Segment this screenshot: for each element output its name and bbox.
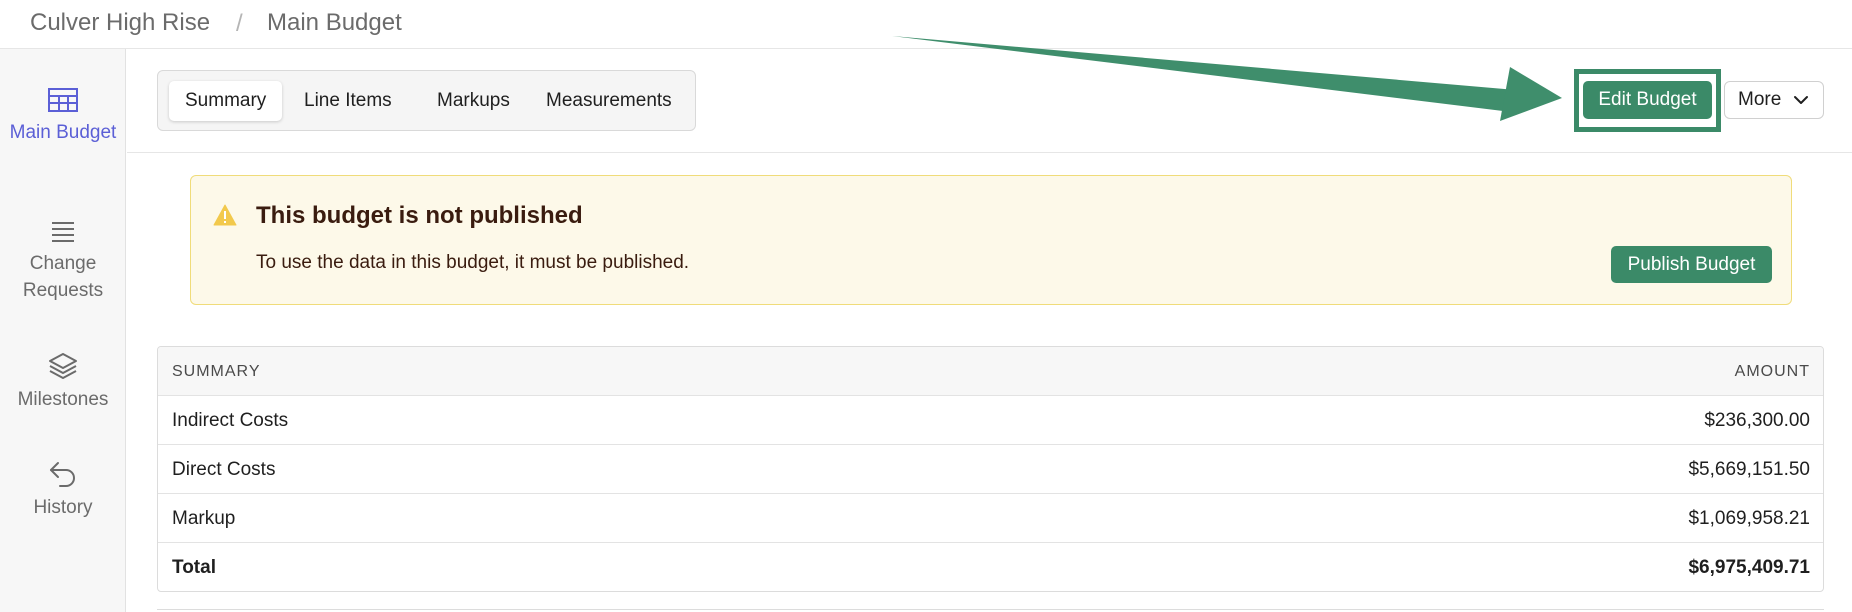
header-divider [127, 152, 1852, 153]
sidebar-item-change-requests[interactable]: Change Requests [0, 220, 126, 304]
sidebar-item-main-budget[interactable]: Main Budget [0, 87, 126, 146]
sidebar-item-milestones[interactable]: Milestones [0, 352, 126, 413]
sidebar: Main Budget Change Requests Milestones H… [0, 49, 126, 612]
tab-line-items[interactable]: Line Items [288, 81, 408, 121]
table-total-row: Total $6,975,409.71 [158, 543, 1823, 591]
row-label: Markup [172, 508, 236, 529]
table-header-row: SUMMARY AMOUNT [158, 347, 1823, 396]
total-amount: $6,975,409.71 [1688, 557, 1810, 578]
column-header-summary: SUMMARY [172, 363, 261, 380]
layers-icon [49, 353, 77, 379]
more-label: More [1738, 89, 1782, 110]
summary-table: SUMMARY AMOUNT Indirect Costs $236,300.0… [157, 346, 1824, 592]
sidebar-item-label: History [33, 497, 93, 518]
banner-text: To use the data in this budget, it must … [256, 252, 690, 273]
chevron-down-icon [1794, 96, 1808, 104]
total-label: Total [172, 557, 216, 578]
top-bar: Culver High Rise / Main Budget [0, 0, 1852, 49]
edit-budget-button[interactable]: Edit Budget [1583, 81, 1712, 119]
sidebar-item-history[interactable]: History [0, 460, 126, 521]
row-amount: $236,300.00 [1704, 410, 1810, 431]
budget-tabs: Summary Line Items Markups Measurements [157, 70, 696, 131]
row-amount: $5,669,151.50 [1688, 459, 1810, 480]
row-label: Direct Costs [172, 459, 276, 480]
table-row: Markup $1,069,958.21 [158, 494, 1823, 543]
table-row: Indirect Costs $236,300.00 [158, 396, 1823, 445]
breadcrumb-project[interactable]: Culver High Rise [30, 9, 210, 37]
tab-markups[interactable]: Markups [421, 81, 526, 121]
column-header-amount: AMOUNT [1734, 363, 1810, 380]
warning-icon [213, 204, 237, 226]
tab-summary[interactable]: Summary [169, 81, 283, 121]
sidebar-item-label: Main Budget [9, 122, 117, 143]
sidebar-item-label: Change Requests [22, 253, 104, 301]
table-row: Direct Costs $5,669,151.50 [158, 445, 1823, 494]
table-icon [48, 88, 78, 112]
banner-title: This budget is not published [256, 202, 583, 229]
row-amount: $1,069,958.21 [1688, 508, 1810, 529]
undo-arrow-icon [50, 462, 75, 487]
publish-budget-button[interactable]: Publish Budget [1611, 246, 1772, 283]
unpublished-warning-banner: This budget is not published To use the … [190, 175, 1792, 305]
tab-measurements[interactable]: Measurements [530, 81, 688, 121]
breadcrumb-page: Main Budget [267, 9, 402, 36]
breadcrumb-separator: / [236, 10, 243, 37]
list-icon [52, 222, 74, 242]
row-label: Indirect Costs [172, 410, 289, 431]
more-dropdown-button[interactable]: More [1724, 81, 1824, 119]
sidebar-item-label: Milestones [17, 389, 109, 410]
